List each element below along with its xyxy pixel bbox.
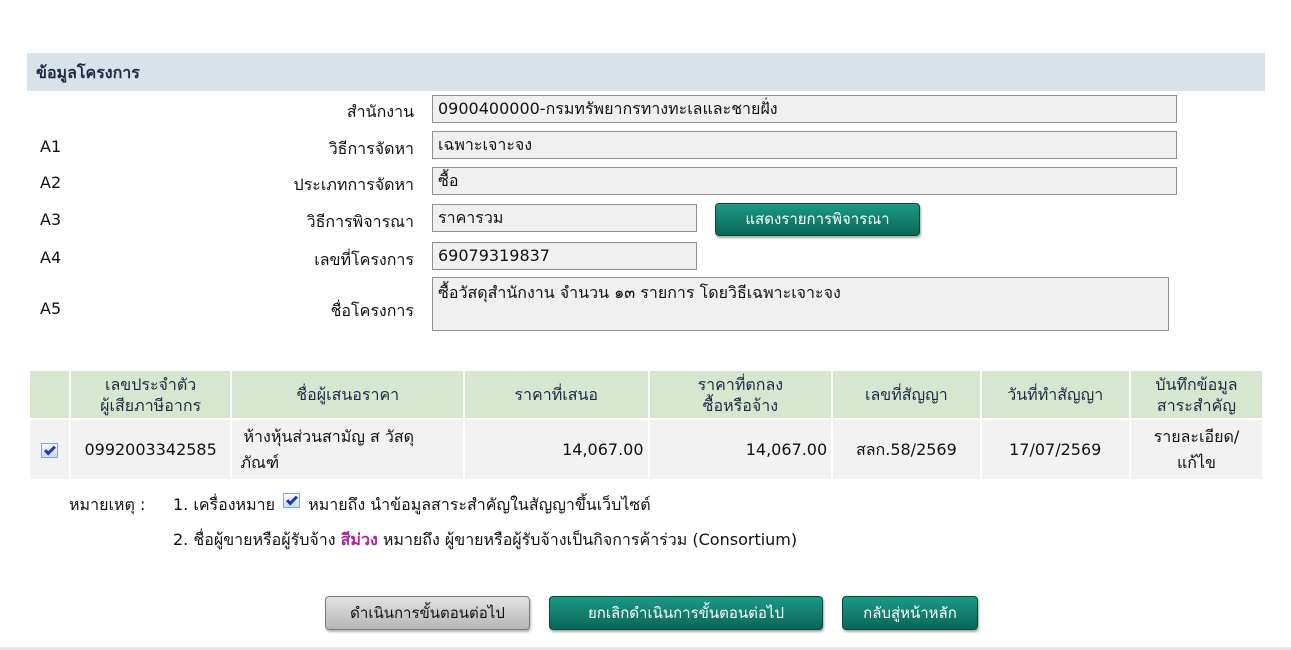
col-tax-id-line2: ผู้เสียภาษีอากร bbox=[100, 395, 202, 415]
col-agreed: ราคาที่ตกลง ซื้อหรือจ้าง bbox=[649, 371, 832, 418]
note-1: 1. เครื่องหมาย หมายถึง นำข้อมูลสาระสำคัญ… bbox=[173, 493, 651, 518]
row-details-link[interactable]: รายละเอียด/ แก้ไข bbox=[1130, 420, 1262, 479]
col-record-line1: บันทึกข้อมูล bbox=[1155, 374, 1238, 394]
agency-label: สำนักงาน bbox=[346, 102, 414, 121]
details-link-line2[interactable]: แก้ไข bbox=[1135, 450, 1258, 476]
col-contract-no: เลขที่สัญญา bbox=[833, 371, 980, 418]
note-2: 2. ชื่อผู้ขายหรือผู้รับจ้าง สีม่วง หมายถ… bbox=[173, 528, 797, 553]
code-a5: A5 bbox=[40, 299, 62, 318]
agency-field: 0900400000-กรมทรัพยากรทางทะเลและชายฝั่ง bbox=[432, 95, 1177, 123]
criteria-label: วิธีการพิจารณา bbox=[306, 212, 414, 231]
col-record: บันทึกข้อมูล สาระสำคัญ bbox=[1130, 371, 1262, 418]
section-title: ข้อมูลโครงการ bbox=[27, 53, 1265, 91]
notes-label: หมายเหตุ : bbox=[69, 495, 146, 514]
col-tax-id-line1: เลขประจำตัว bbox=[104, 374, 197, 394]
type-field: ซื้อ bbox=[432, 167, 1177, 195]
note-1-prefix: 1. เครื่องหมาย bbox=[173, 495, 275, 514]
checkmark-icon bbox=[283, 493, 301, 508]
table-row: 0992003342585 ห้างหุ้นส่วนสามัญ ส วัสดุ … bbox=[30, 420, 1262, 479]
project-name-field: ซื้อวัสดุสำนักงาน จำนวน ๑๓ รายการ โดยวิธ… bbox=[432, 277, 1169, 331]
row-tax-id: 0992003342585 bbox=[70, 420, 231, 479]
col-record-line2: สาระสำคัญ bbox=[1156, 395, 1236, 415]
row-agreed: 14,067.00 bbox=[649, 420, 832, 479]
contract-table: เลขประจำตัว ผู้เสียภาษีอากร ชื่อผู้เสนอร… bbox=[28, 369, 1264, 481]
method-field: เฉพาะเจาะจง bbox=[432, 131, 1177, 159]
code-a2: A2 bbox=[40, 173, 62, 192]
criteria-field: ราคารวม bbox=[432, 204, 697, 232]
col-contract-date: วันที่ทำสัญญา bbox=[981, 371, 1129, 418]
method-label: วิธีการจัดหา bbox=[328, 139, 414, 158]
type-label: ประเภทการจัดหา bbox=[293, 175, 414, 194]
col-tax-id: เลขประจำตัว ผู้เสียภาษีอากร bbox=[70, 371, 231, 418]
col-agreed-line1: ราคาที่ตกลง bbox=[697, 374, 784, 394]
table-header-row: เลขประจำตัว ผู้เสียภาษีอากร ชื่อผู้เสนอร… bbox=[30, 371, 1262, 418]
row-bidder-line2: ภัณฑ์ bbox=[240, 452, 280, 472]
cancel-next-step-button[interactable]: ยกเลิกดำเนินการขั้นตอนต่อไป bbox=[549, 596, 823, 630]
col-offer: ราคาที่เสนอ bbox=[464, 371, 648, 418]
row-contract-date: 17/07/2569 bbox=[981, 420, 1129, 479]
note-2-suffix: หมายถึง ผู้ขายหรือผู้รับจ้างเป็นกิจการค้… bbox=[382, 530, 798, 549]
code-a1: A1 bbox=[40, 137, 62, 156]
checkmark-icon bbox=[40, 442, 58, 458]
row-bidder-line1: ห้างหุ้นส่วนสามัญ ส วัสดุ bbox=[243, 426, 415, 446]
col-bidder: ชื่อผู้เสนอราคา bbox=[232, 371, 463, 418]
code-a3: A3 bbox=[40, 210, 62, 229]
row-checkmark-cell bbox=[30, 420, 69, 479]
details-link-line1[interactable]: รายละเอียด/ bbox=[1135, 424, 1258, 450]
project-no-label: เลขที่โครงการ bbox=[314, 250, 414, 269]
row-offer: 14,067.00 bbox=[464, 420, 648, 479]
project-name-label: ชื่อโครงการ bbox=[330, 301, 414, 320]
col-select bbox=[30, 371, 69, 418]
row-bidder: ห้างหุ้นส่วนสามัญ ส วัสดุ ภัณฑ์ bbox=[232, 420, 463, 479]
note-1-suffix: หมายถึง นำข้อมูลสาระสำคัญในสัญญาขึ้นเว็บ… bbox=[308, 495, 651, 514]
col-agreed-line2: ซื้อหรือจ้าง bbox=[702, 395, 779, 415]
project-no-field: 69079319837 bbox=[432, 242, 697, 270]
note-2-prefix: 2. ชื่อผู้ขายหรือผู้รับจ้าง bbox=[173, 530, 336, 549]
back-home-button[interactable]: กลับสู่หน้าหลัก bbox=[842, 596, 978, 630]
row-contract-no: สลก.58/2569 bbox=[833, 420, 980, 479]
note-2-color-word: สีม่วง bbox=[340, 530, 378, 549]
next-step-button[interactable]: ดำเนินการขั้นตอนต่อไป bbox=[325, 596, 530, 630]
show-criteria-button[interactable]: แสดงรายการพิจารณา bbox=[715, 203, 920, 236]
code-a4: A4 bbox=[40, 248, 62, 267]
